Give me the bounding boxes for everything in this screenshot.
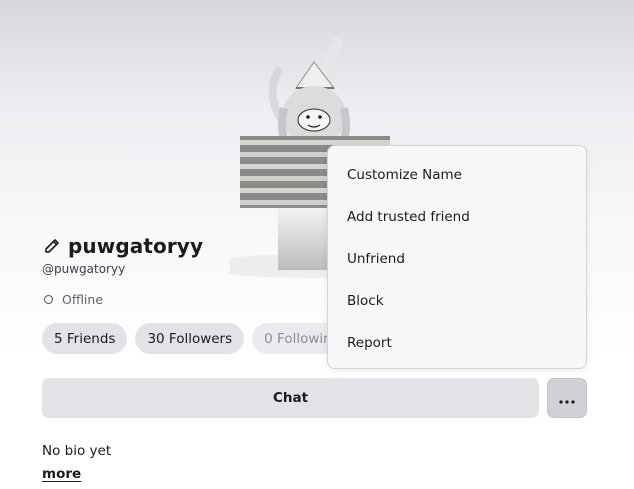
bio-more-link[interactable]: more [42, 466, 81, 482]
friends-chip[interactable]: 5 Friends [42, 323, 128, 354]
pencil-icon[interactable] [42, 236, 62, 256]
social-stats: 5 Friends 30 Followers 0 Following [42, 323, 353, 354]
username: @puwgatoryy [42, 262, 126, 276]
profile-name-row: puwgatoryy [42, 234, 203, 258]
menu-item-customize-name[interactable]: Customize Name [328, 154, 586, 196]
display-name: puwgatoryy [68, 234, 204, 258]
bio-text: No bio yet [42, 443, 112, 459]
more-options-button[interactable] [547, 378, 587, 418]
offline-status-icon [44, 295, 53, 304]
status-text: Offline [62, 292, 104, 307]
chat-button[interactable]: Chat [42, 378, 539, 418]
presence-status: Offline [44, 292, 103, 307]
followers-chip[interactable]: 30 Followers [135, 323, 245, 354]
menu-item-block[interactable]: Block [328, 280, 586, 322]
ellipsis-icon [559, 389, 575, 408]
options-dropdown-menu: Customize Name Add trusted friend Unfrie… [327, 145, 587, 369]
menu-item-report[interactable]: Report [328, 322, 586, 364]
menu-item-add-trusted-friend[interactable]: Add trusted friend [328, 196, 586, 238]
menu-item-unfriend[interactable]: Unfriend [328, 238, 586, 280]
